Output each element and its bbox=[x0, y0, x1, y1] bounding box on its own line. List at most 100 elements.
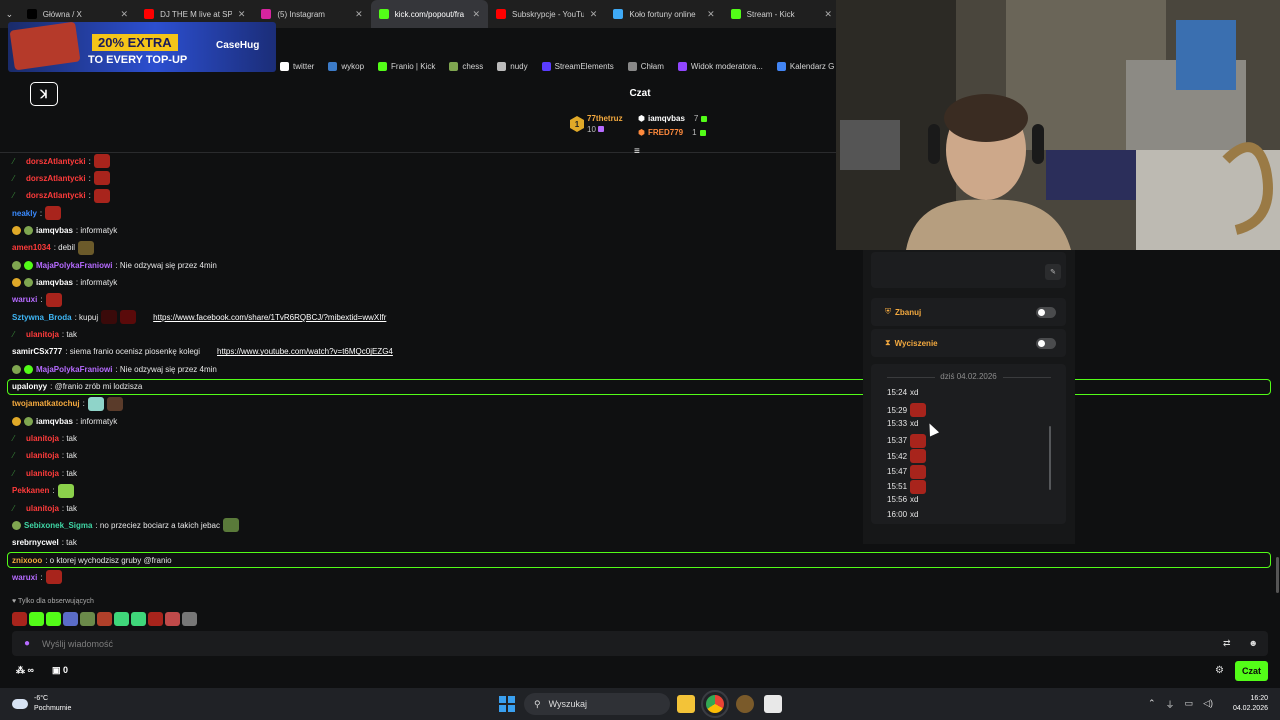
chat-username[interactable]: upalonyy bbox=[12, 382, 47, 391]
message-input[interactable]: ● Wyślij wiadomość bbox=[12, 631, 1268, 656]
chat-username[interactable]: ulanitoja bbox=[26, 451, 59, 460]
chat-message[interactable]: amen1034: debil bbox=[12, 240, 95, 256]
browser-tab[interactable]: Stream - Kick ✕ bbox=[723, 0, 840, 28]
chat-message[interactable]: ⁄ ulanitoja: tak bbox=[13, 431, 77, 447]
quick-emote[interactable] bbox=[131, 612, 146, 626]
snipping-tool-icon[interactable] bbox=[764, 695, 782, 713]
timeout-toggle[interactable] bbox=[1036, 337, 1056, 349]
chat-username[interactable]: ulanitoja bbox=[26, 504, 59, 513]
quick-emote[interactable] bbox=[12, 612, 27, 626]
chat-message[interactable]: srebrnycwel: tak bbox=[12, 535, 77, 551]
kick-logo[interactable]: ꓘ bbox=[30, 82, 58, 106]
chat-username[interactable]: Pekkanen bbox=[12, 486, 49, 495]
chat-message[interactable]: waruxi: bbox=[12, 569, 62, 585]
file-explorer-icon[interactable] bbox=[677, 695, 695, 713]
quick-emote[interactable] bbox=[46, 612, 61, 626]
translate-icon[interactable]: ⇄ bbox=[1223, 638, 1231, 649]
bookmark-item[interactable]: wykop bbox=[328, 61, 364, 71]
chat-username[interactable]: iamqvbas bbox=[36, 278, 73, 287]
chat-username[interactable]: Sebixonek_Sigma bbox=[24, 521, 92, 530]
chat-message[interactable]: ⁄ dorszAtlantycki: bbox=[13, 170, 110, 186]
bookmark-item[interactable]: nudy bbox=[497, 61, 528, 71]
chat-message[interactable]: iamqvbas: informatyk bbox=[12, 222, 117, 238]
browser-tab[interactable]: Subskrypcje - YouTu ✕ bbox=[488, 0, 605, 28]
close-tab-icon[interactable]: ✕ bbox=[355, 9, 363, 20]
bookmark-item[interactable]: twitter bbox=[280, 61, 314, 71]
quick-emote[interactable] bbox=[114, 612, 129, 626]
gifter-entry[interactable]: ⬢ FRED779 1 bbox=[638, 128, 706, 137]
send-chat-button[interactable]: Czat bbox=[1235, 661, 1268, 681]
chat-username[interactable]: ulanitoja bbox=[26, 434, 59, 443]
chat-scrollbar[interactable] bbox=[1276, 557, 1279, 593]
chat-message[interactable]: upalonyy: @franio zrób mi lodzisza bbox=[12, 379, 142, 395]
bookmark-item[interactable]: Chłam bbox=[627, 61, 664, 71]
gifter-entry[interactable]: ⬢ iamqvbas 7 bbox=[638, 114, 708, 123]
chat-username[interactable]: iamqvbas bbox=[36, 226, 73, 235]
chat-message[interactable]: Sztywna_Broda: kupuj https://www.facebook… bbox=[12, 309, 386, 325]
timeout-row[interactable]: ⧗ Wyciszenie bbox=[871, 329, 1066, 357]
taskbar-clock[interactable]: 16:20 04.02.2026 bbox=[1226, 694, 1268, 714]
chat-message[interactable]: waruxi: bbox=[12, 292, 62, 308]
quick-emote[interactable] bbox=[182, 612, 197, 626]
chat-username[interactable]: Sztywna_Broda bbox=[12, 313, 72, 322]
points-stat[interactable]: ▣ 0 bbox=[52, 665, 68, 676]
chat-message[interactable]: MajaPolykaFraniowi: Nie odzywaj się prze… bbox=[12, 257, 217, 273]
close-tab-icon[interactable]: ✕ bbox=[121, 9, 129, 20]
chat-message[interactable]: ⁄ ulanitoja: tak bbox=[13, 448, 77, 464]
bookmark-item[interactable]: chess bbox=[449, 61, 483, 71]
microphone-icon[interactable]: ● bbox=[24, 638, 30, 649]
chat-message[interactable]: ⁄ dorszAtlantycki: bbox=[13, 188, 110, 204]
chat-username[interactable]: ulanitoja bbox=[26, 330, 59, 339]
scroll-to-bottom-icon[interactable]: ≡ bbox=[634, 146, 640, 157]
chat-username[interactable]: twojamatkatochuj bbox=[12, 399, 80, 408]
chat-username[interactable]: dorszAtlantycki bbox=[26, 174, 86, 183]
chat-message[interactable]: Pekkanen: bbox=[12, 483, 74, 499]
emoji-icon[interactable]: ☻ bbox=[1249, 638, 1258, 649]
windows-start-icon[interactable] bbox=[499, 696, 515, 712]
chat-username[interactable]: dorszAtlantycki bbox=[26, 191, 86, 200]
quick-emote[interactable] bbox=[29, 612, 44, 626]
browser-tab[interactable]: Koło fortuny online ✕ bbox=[605, 0, 722, 28]
chat-username[interactable]: MajaPolykaFraniowi bbox=[36, 261, 112, 270]
taskbar-search[interactable]: ⚲ Wyszukaj bbox=[524, 693, 670, 715]
chat-link[interactable]: https://www.youtube.com/watch?v=t6MQc0jE… bbox=[217, 347, 393, 356]
close-tab-icon[interactable]: ✕ bbox=[824, 9, 832, 20]
chat-message[interactable]: iamqvbas: informatyk bbox=[12, 274, 117, 290]
chat-message[interactable]: MajaPolykaFraniowi: Nie odzywaj się prze… bbox=[12, 361, 217, 377]
chat-message[interactable]: neakly: bbox=[12, 205, 62, 221]
close-tab-icon[interactable]: ✕ bbox=[238, 9, 246, 20]
chat-message[interactable]: Sebixonek_Sigma: no przeciez bociarz a t… bbox=[12, 517, 239, 533]
chat-message[interactable]: ⁄ ulanitoja: tak bbox=[13, 500, 77, 516]
chat-message[interactable]: znixooo: o ktorej wychodzisz gruby @fran… bbox=[12, 552, 172, 568]
chat-message[interactable]: iamqvbas: informatyk bbox=[12, 413, 117, 429]
close-tab-icon[interactable]: ✕ bbox=[590, 9, 598, 20]
pin-icon[interactable]: ✎ bbox=[1045, 264, 1061, 280]
weather-widget[interactable]: -6°C Pochmurnie bbox=[12, 694, 71, 714]
chat-username[interactable]: MajaPolykaFraniowi bbox=[36, 365, 112, 374]
casehug-ad-banner[interactable]: 20% EXTRA TO EVERY TOP-UP CaseHug bbox=[8, 22, 276, 72]
ban-toggle[interactable] bbox=[1036, 306, 1056, 318]
gifter-entry[interactable]: 1 77thetruz 10 bbox=[570, 114, 623, 134]
chat-username[interactable]: waruxi bbox=[12, 295, 37, 304]
chat-username[interactable]: srebrnycwel bbox=[12, 538, 59, 547]
chat-message[interactable]: samirCSx777: siema franio ocenisz piosen… bbox=[12, 344, 393, 360]
bookmark-item[interactable]: StreamElements bbox=[541, 61, 614, 71]
chat-username[interactable]: znixooo bbox=[12, 556, 42, 565]
chat-username[interactable]: ulanitoja bbox=[26, 469, 59, 478]
bookmark-item[interactable]: Franio | Kick bbox=[378, 61, 435, 71]
close-tab-icon[interactable]: ✕ bbox=[707, 9, 715, 20]
microphone-tray-icon[interactable]: ⏚ bbox=[1166, 698, 1175, 711]
chrome-icon[interactable] bbox=[701, 690, 729, 718]
browser-tab[interactable]: kick.com/popout/fra ✕ bbox=[370, 0, 489, 28]
quick-emote[interactable] bbox=[80, 612, 95, 626]
chat-username[interactable]: dorszAtlantycki bbox=[26, 157, 86, 166]
chevron-up-icon[interactable]: ⌃ bbox=[1148, 698, 1156, 711]
app-icon[interactable] bbox=[736, 695, 754, 713]
bookmark-item[interactable]: Widok moderatora... bbox=[677, 61, 763, 71]
chat-message[interactable]: twojamatkatochuj: bbox=[12, 396, 123, 412]
chat-settings-icon[interactable]: ⚙ bbox=[1215, 665, 1224, 676]
quick-emote[interactable] bbox=[148, 612, 163, 626]
history-scrollbar[interactable] bbox=[1049, 426, 1051, 490]
bookmark-item[interactable]: Kalendarz G bbox=[776, 61, 834, 71]
quick-emote[interactable] bbox=[165, 612, 180, 626]
